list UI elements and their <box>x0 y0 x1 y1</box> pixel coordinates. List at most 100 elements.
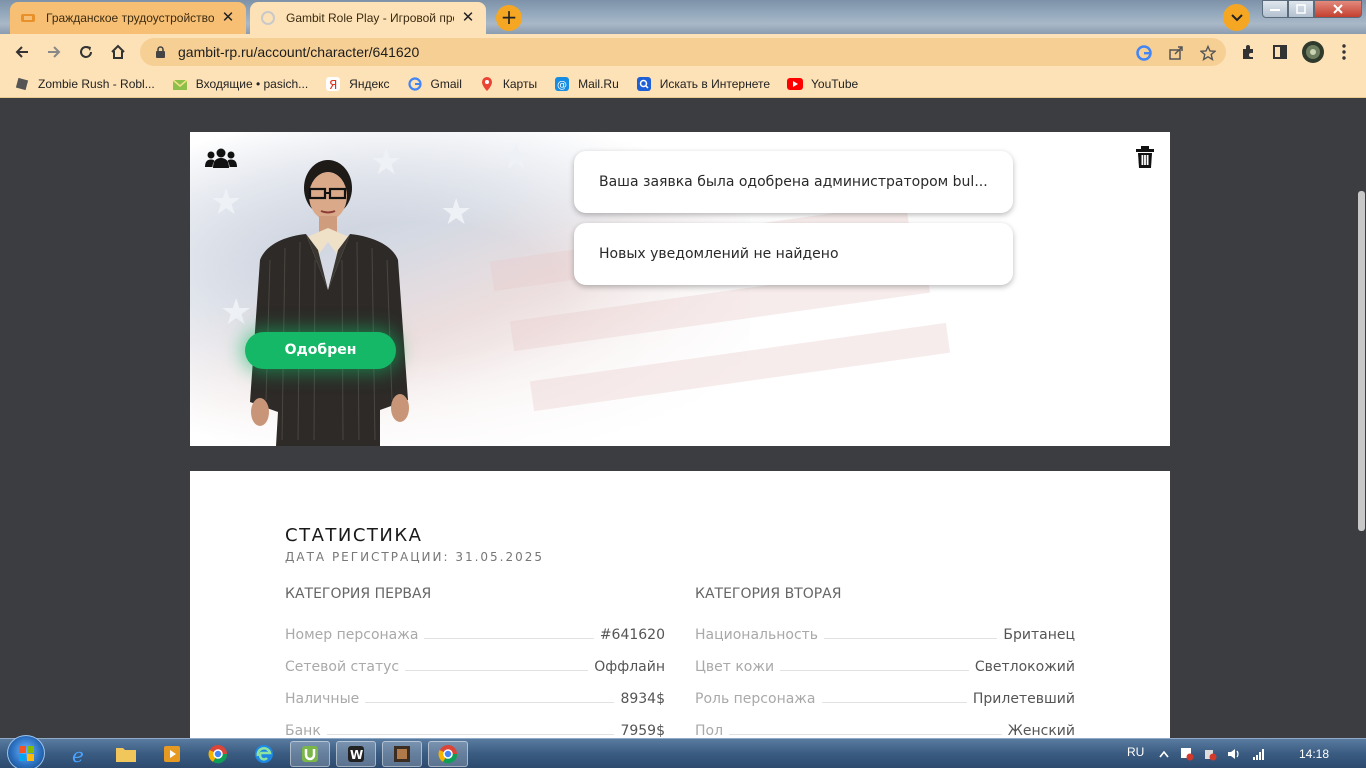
bookmark-zombie-rush[interactable]: Zombie Rush - Robl... <box>14 76 155 92</box>
stat-label: Банк <box>285 723 321 738</box>
forward-button[interactable] <box>40 38 68 66</box>
taskbar-media-player[interactable] <box>152 741 192 767</box>
bookmark-youtube[interactable]: YouTube <box>787 76 858 92</box>
tab-employment[interactable]: Гражданское трудоустройство | ✕ <box>10 2 246 34</box>
reload-button[interactable] <box>72 38 100 66</box>
address-bar[interactable]: gambit-rp.ru/account/character/641620 <box>140 38 1226 66</box>
site-favicon-icon <box>20 10 36 26</box>
mail-envelope-icon <box>172 76 188 92</box>
bookmark-mailru[interactable]: @ Mail.Ru <box>554 76 619 92</box>
lock-icon[interactable] <box>152 44 168 60</box>
notification-text: Ваша заявка была одобрена администраторо… <box>599 174 988 190</box>
bookmark-inbox[interactable]: Входящие • pasich... <box>172 76 308 92</box>
google-icon <box>407 76 423 92</box>
show-hidden-icons-icon[interactable] <box>1157 747 1171 761</box>
svg-text:W: W <box>350 748 363 762</box>
svg-text:e: e <box>72 743 84 765</box>
power-icon[interactable] <box>1203 747 1217 761</box>
stat-label: Сетевой статус <box>285 659 400 675</box>
taskbar-explorer[interactable] <box>106 741 146 767</box>
volume-icon[interactable] <box>1227 747 1241 761</box>
page-content: ★ ★ ★ ★ ★ ★ ★ <box>0 99 1366 738</box>
mailru-icon: @ <box>554 76 570 92</box>
bookmark-label: YouTube <box>811 76 859 91</box>
chrome-icon <box>438 745 458 764</box>
taskbar-torrent[interactable] <box>290 741 330 767</box>
roblox-icon <box>14 76 30 92</box>
tab-search-button[interactable] <box>1223 4 1250 31</box>
bookmark-gmail[interactable]: Gmail <box>407 76 462 92</box>
close-window-button[interactable] <box>1314 0 1362 18</box>
maps-icon <box>479 76 495 92</box>
arrow-left-icon <box>15 46 28 58</box>
side-panel-icon[interactable] <box>1270 42 1290 62</box>
scrollbar-thumb[interactable] <box>1358 191 1365 531</box>
extensions-icon[interactable] <box>1238 42 1258 62</box>
stat-label: Национальность <box>695 627 819 643</box>
back-button[interactable] <box>8 38 36 66</box>
taskbar-chrome-active[interactable] <box>428 741 468 767</box>
yandex-icon: Я <box>325 76 341 92</box>
kebab-menu-icon[interactable] <box>1334 42 1354 62</box>
notification-card[interactable]: Ваша заявка была одобрена администраторо… <box>574 151 1013 213</box>
stat-row-skin-color: Цвет кожи Светлокожий <box>695 653 1075 675</box>
taskbar-internet-explorer[interactable]: e <box>60 741 100 767</box>
stat-row-network-status: Сетевой статус Оффлайн <box>285 653 665 675</box>
new-tab-button[interactable]: + <box>496 5 522 31</box>
tab-title: Гражданское трудоустройство | <box>46 11 214 25</box>
stat-label: Наличные <box>285 691 360 707</box>
maximize-button[interactable] <box>1288 0 1314 18</box>
start-button[interactable] <box>7 735 45 768</box>
svg-text:Я: Я <box>329 78 337 91</box>
stat-label: Цвет кожи <box>695 659 775 675</box>
window-controls <box>1262 0 1366 20</box>
svg-text:@: @ <box>557 80 567 91</box>
tab-gambit[interactable]: Gambit Role Play - Игровой про ✕ <box>250 2 486 34</box>
taskbar-chrome[interactable] <box>198 741 238 767</box>
taskbar-edge[interactable] <box>244 741 284 767</box>
utorrent-icon <box>302 746 318 762</box>
minimize-button[interactable] <box>1262 0 1288 18</box>
stat-value: Британец <box>1003 627 1075 643</box>
profile-avatar[interactable] <box>1301 40 1325 64</box>
bookmark-star-icon[interactable] <box>1199 44 1217 62</box>
home-icon <box>111 44 125 59</box>
language-indicator[interactable]: RU <box>1127 745 1144 759</box>
share-icon[interactable] <box>1167 44 1185 62</box>
tab-close-icon[interactable]: ✕ <box>460 10 476 26</box>
stat-row-cash: Наличные 8934$ <box>285 685 665 707</box>
bookmark-yandex[interactable]: Я Яндекс <box>325 76 390 92</box>
bookmark-label: Входящие • pasich... <box>195 76 309 91</box>
media-player-icon <box>164 746 180 762</box>
browser-toolbar: gambit-rp.ru/account/character/641620 <box>0 34 1366 70</box>
url-text[interactable]: gambit-rp.ru/account/character/641620 <box>178 44 419 60</box>
tab-close-icon[interactable]: ✕ <box>220 10 236 26</box>
taskbar-gta-sa[interactable] <box>382 741 422 767</box>
trash-icon[interactable] <box>1135 146 1155 168</box>
stat-value: Оффлайн <box>594 659 665 675</box>
taskbar-game-launcher[interactable]: W <box>336 741 376 767</box>
bookmark-label: Zombie Rush - Robl... <box>38 76 155 91</box>
bookmark-label: Mail.Ru <box>578 76 619 91</box>
category-two-title: КАТЕГОРИЯ ВТОРАЯ <box>695 586 842 602</box>
chevron-down-icon <box>1230 13 1243 21</box>
google-translate-icon[interactable] <box>1135 44 1153 62</box>
action-center-icon[interactable] <box>1180 747 1194 761</box>
statistics-card: СТАТИСТИКА ДАТА РЕГИСТРАЦИИ: 31.05.2025 … <box>190 471 1170 738</box>
notification-card[interactable]: Новых уведомлений не найдено <box>574 223 1013 285</box>
stat-value: 7959$ <box>620 723 665 738</box>
bookmark-search-web[interactable]: Искать в Интернете <box>636 76 770 92</box>
stat-value: Прилетевший <box>972 691 1075 707</box>
page-scrollbar[interactable] <box>1356 99 1366 738</box>
internet-explorer-icon: e <box>72 743 84 765</box>
folder-icon <box>116 748 136 762</box>
network-signal-icon[interactable] <box>1252 747 1266 761</box>
bookmark-maps[interactable]: Карты <box>479 76 537 92</box>
stat-row-gender: Пол Женский <box>695 717 1075 738</box>
clock[interactable]: 14:18 <box>1299 747 1329 761</box>
registration-date: ДАТА РЕГИСТРАЦИИ: 31.05.2025 <box>285 550 545 564</box>
home-button[interactable] <box>104 38 132 66</box>
reload-icon <box>80 46 92 58</box>
stat-row-character-number: Номер персонажа #641620 <box>285 621 665 643</box>
game-launcher-icon: W <box>348 746 364 762</box>
